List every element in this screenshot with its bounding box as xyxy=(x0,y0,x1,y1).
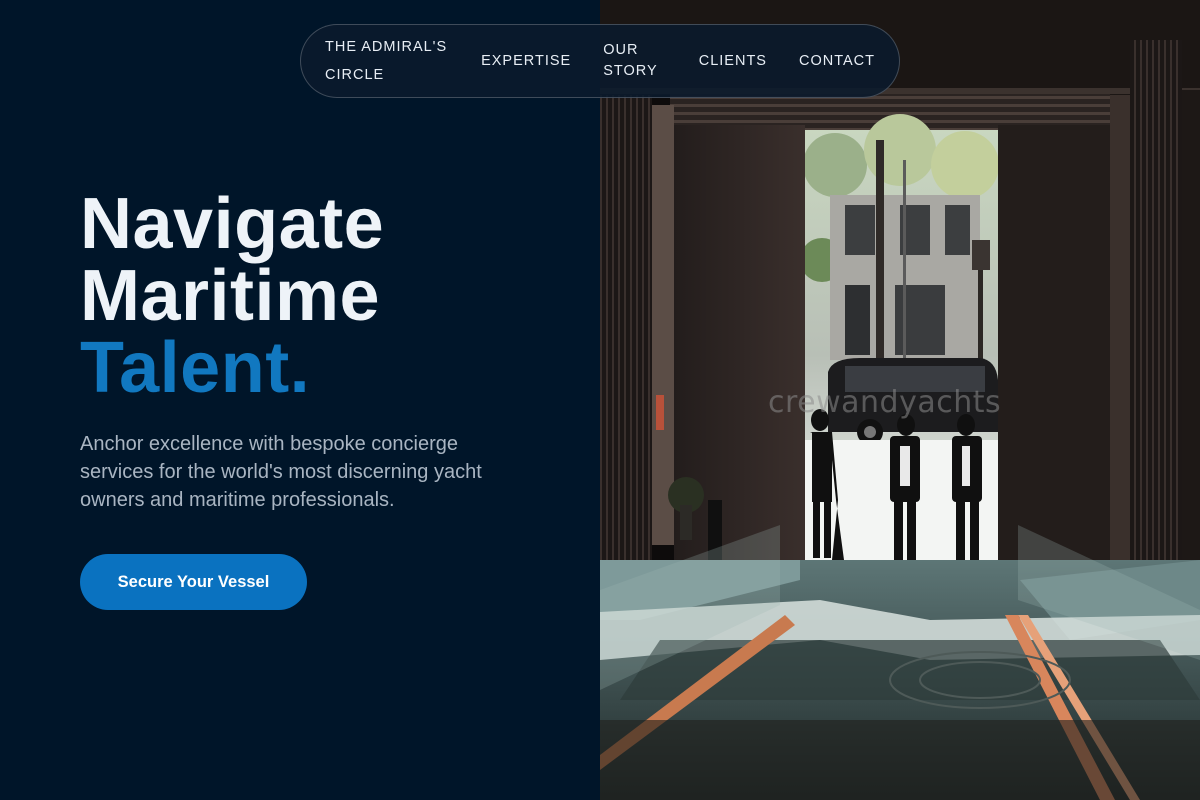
hero-description: Anchor excellence with bespoke concierge… xyxy=(80,433,482,511)
brand-link[interactable]: THE ADMIRAL'S CIRCLE xyxy=(325,33,465,89)
nav-link-contact[interactable]: CONTACT xyxy=(799,53,875,69)
hero-title-line-1: Navigate xyxy=(80,184,385,264)
secure-vessel-button[interactable]: Secure Your Vessel xyxy=(80,554,307,610)
hero-title-accent: Talent. xyxy=(80,328,311,408)
entrance-photo-illustration xyxy=(600,0,1200,800)
nav-link-clients[interactable]: CLIENTS xyxy=(699,53,767,69)
hero-photo xyxy=(600,0,1200,800)
top-navigation: THE ADMIRAL'S CIRCLE EXPERTISE OUR STORY… xyxy=(300,24,900,98)
nav-link-our-story[interactable]: OUR STORY xyxy=(603,40,667,82)
nav-link-expertise[interactable]: EXPERTISE xyxy=(481,53,571,69)
page: crewandyachts THE ADMIRAL'S CIRCLE EXPER… xyxy=(0,0,1200,800)
hero-title: Navigate Maritime Talent. xyxy=(80,188,384,404)
hero-title-line-2: Maritime xyxy=(80,256,381,336)
